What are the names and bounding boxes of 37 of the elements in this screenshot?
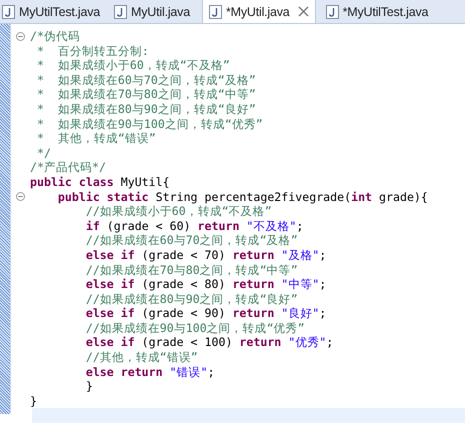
code-line: //如果成绩在80与90之间，转成“良好” xyxy=(84,292,298,306)
code-line: else if (grade < 90) return "良好"; xyxy=(84,306,326,321)
editor-tab[interactable]: MyUtil.java xyxy=(112,0,194,23)
code-line: //如果成绩在90与100之间，转成“优秀” xyxy=(84,320,305,336)
editor-tab[interactable]: *MyUtil.java xyxy=(202,0,316,23)
code-line: //如果成绩在70与80之间，转成“中等” xyxy=(84,262,298,278)
code-line: if (grade < 60) return "不及格"; xyxy=(84,218,304,234)
code-line: } xyxy=(30,394,37,408)
code-line: * 其他，转成“错误” xyxy=(36,131,156,146)
collapse-icon[interactable] xyxy=(16,192,25,202)
code-line: } xyxy=(84,379,93,394)
code-line: * 如果成绩小于60，转成“不及格” xyxy=(36,58,230,73)
collapse-icon[interactable] xyxy=(16,32,25,41)
code-line: //其他，转成“错误” xyxy=(84,350,198,365)
java-file-icon xyxy=(326,4,339,18)
code-line: public static String percentage2fivegrade(int grade){ xyxy=(56,190,428,204)
editor-tab[interactable]: MyUtilTest.java xyxy=(0,0,104,23)
code-line: * 如果成绩在90与100之间，转成“优秀” xyxy=(36,116,263,132)
editor-tab[interactable]: *MyUtilTest.java xyxy=(324,0,432,23)
code-line: * 如果成绩在80与90之间，转成“良好” xyxy=(36,102,256,117)
code-line: else if (grade < 70) return "及格"; xyxy=(84,248,326,262)
code-line: public class MyUtil{ xyxy=(30,174,170,190)
code-line: else if (grade < 100) return "优秀"; xyxy=(84,335,334,350)
code-line: //如果成绩小于60，转成“不及格” xyxy=(84,204,272,219)
code-line: * 如果成绩在70与80之间，转成“中等” xyxy=(36,87,256,102)
java-file-icon xyxy=(114,4,128,18)
close-icon[interactable] xyxy=(298,6,309,17)
code-line: * 百分制转五分制: xyxy=(36,44,149,58)
code-line: */ xyxy=(36,146,51,160)
code-line: /*产品代码*/ xyxy=(30,160,106,175)
code-line: //如果成绩在60与70之间，转成“及格” xyxy=(84,233,298,248)
code-line: /*伪代码 xyxy=(30,29,80,44)
code-line: else return "错误"; xyxy=(84,364,215,380)
code-line: * 如果成绩在60与70之间，转成“及格” xyxy=(36,72,256,88)
java-file-icon xyxy=(2,4,15,18)
code-line: else if (grade < 80) return "中等"; xyxy=(84,277,326,292)
java-file-icon xyxy=(208,4,222,18)
